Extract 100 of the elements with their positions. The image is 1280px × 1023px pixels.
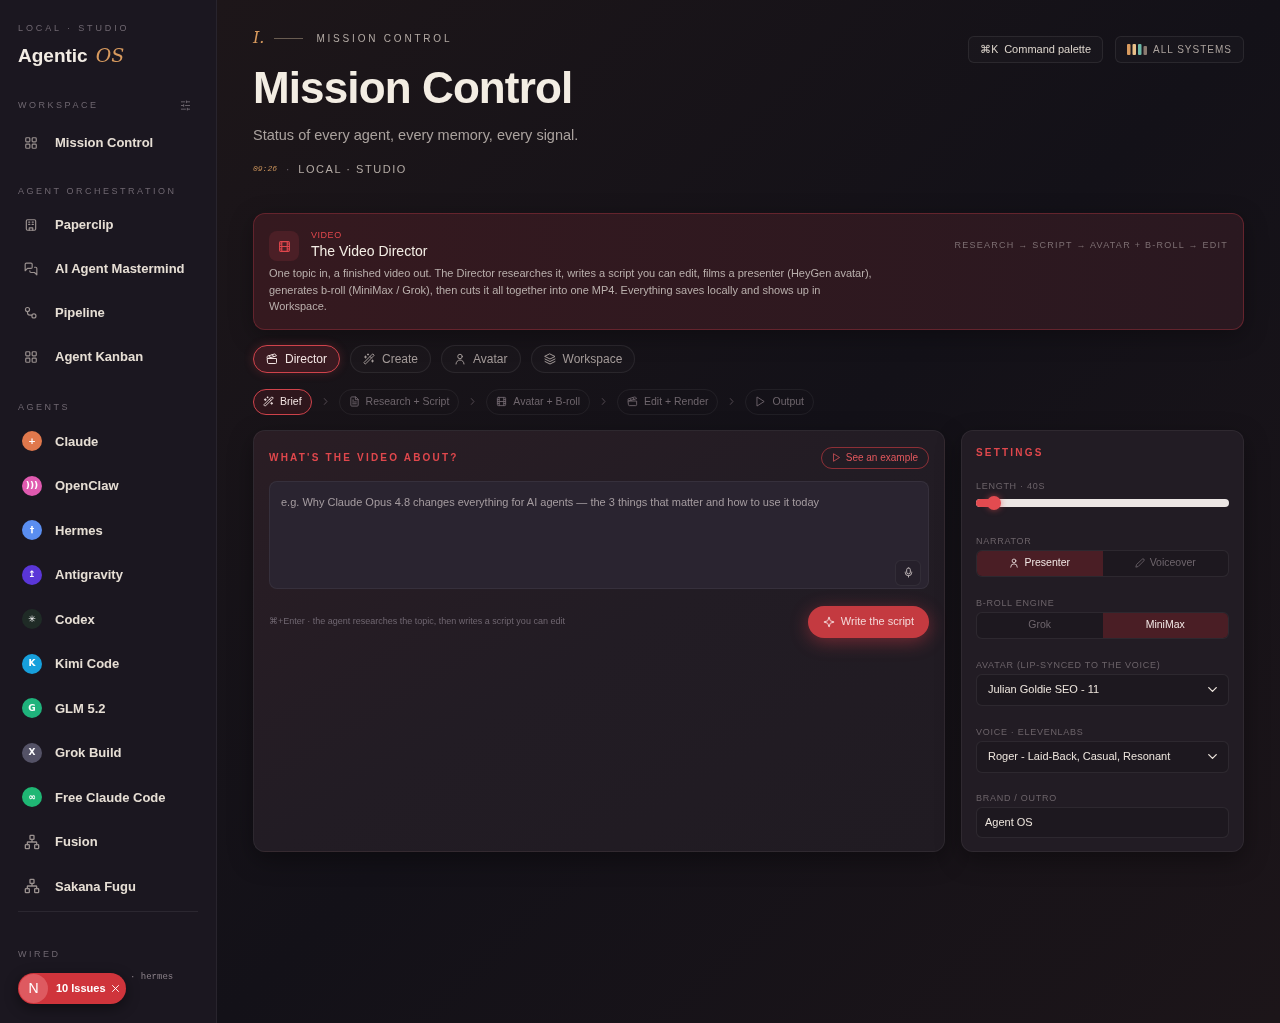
sidebar-item[interactable]: AI Agent Mastermind — [18, 247, 198, 291]
chevron-right-icon — [321, 398, 329, 405]
grid-icon — [24, 136, 38, 150]
card-title: The Video Director — [311, 242, 428, 260]
section-heading: WIRED — [18, 947, 61, 960]
magic-wand-icon — [263, 396, 274, 407]
person-icon — [1009, 558, 1020, 568]
brand-input[interactable]: Agent OS — [976, 806, 1229, 838]
microphone-button[interactable] — [895, 559, 921, 586]
command-palette-button[interactable]: ⌘K Command palette — [968, 36, 1103, 63]
agent-item[interactable]: Sakana Fugu — [18, 864, 198, 909]
agent-item[interactable]: + Claude — [18, 419, 198, 464]
location-label: LOCAL · STUDIO — [298, 161, 407, 177]
play-icon — [831, 453, 841, 462]
field-label: BRAND / OUTRO — [976, 792, 1058, 803]
card-description: One topic in, a finished video out. The Director researches it, writes a script you can edit, films a presenter (HeyGen avatar), generates b-roll (MiniMax / Grok), then cuts it all together into one MP4. Everything saves locally and shows up in Workspace. — [269, 266, 873, 314]
agent-logo: ↥ — [22, 564, 42, 585]
agent-logo: X — [22, 742, 42, 763]
grid-icon — [24, 350, 38, 364]
agent-logo: ))) — [22, 475, 42, 496]
nodes-icon — [24, 306, 38, 320]
segment-option[interactable]: MiniMax — [1102, 612, 1228, 638]
film-icon — [269, 231, 299, 261]
framework-logo: N — [19, 974, 48, 1003]
brand-accent: OS — [95, 43, 125, 67]
field-label: AVATAR (LIP-SYNCED TO THE VOICE) — [976, 659, 1162, 670]
chevron-down-icon — [1208, 752, 1217, 761]
section-numeral: I. — [253, 30, 265, 46]
separator-dot: · — [286, 162, 290, 177]
section-heading: AGENT ORCHESTRATION — [18, 185, 177, 197]
tab[interactable]: Avatar — [441, 344, 521, 373]
clapperboard-icon — [266, 352, 278, 365]
agent-item[interactable]: G GLM 5.2 — [18, 686, 198, 731]
tab[interactable]: Director — [253, 344, 340, 373]
pen-icon — [1134, 558, 1145, 568]
agent-logo: † — [22, 520, 42, 541]
page-eyebrow: MISSION CONTROL — [316, 31, 453, 46]
field-label: NARRATOR — [976, 535, 1033, 546]
film-icon — [496, 396, 508, 407]
hierarchy-icon — [24, 833, 40, 850]
agent-item[interactable]: † Hermes — [18, 508, 198, 553]
eyebrow-label: LOCAL · STUDIO — [18, 22, 131, 34]
layers-icon — [543, 352, 556, 365]
chevron-right-icon — [599, 398, 607, 405]
sparkle-icon — [822, 615, 835, 628]
avatar-select[interactable]: Julian Goldie SEO - 11 — [976, 673, 1229, 706]
field-label: LENGTH · 40S — [976, 480, 1047, 491]
status-button[interactable]: ALL SYSTEMS — [1115, 36, 1244, 63]
write-script-button[interactable]: Write the script — [807, 605, 929, 638]
page-subtitle: Status of every agent, every memory, every signal. — [253, 126, 579, 145]
play-icon — [755, 396, 767, 407]
topic-field[interactable]: e.g. Why Claude Opus 4.8 changes everything for AI agents — the 3 things that matter and how to use it today — [269, 480, 929, 589]
sidebar-item[interactable]: Pipeline — [18, 291, 198, 335]
wired-agents: · hermes — [130, 970, 175, 983]
agent-logo: ∞ — [22, 787, 42, 808]
sidebar-item[interactable]: Agent Kanban — [18, 335, 198, 379]
close-button[interactable] — [110, 983, 121, 994]
length-slider[interactable] — [976, 495, 1229, 510]
agent-logo: K — [22, 653, 42, 674]
section-heading: WORKSPACE — [18, 99, 99, 111]
segment-option[interactable]: Presenter — [977, 550, 1103, 576]
shortcut-key: ⌘K — [980, 41, 999, 58]
agent-logo: ✳ — [22, 609, 42, 630]
tab[interactable]: Workspace — [530, 344, 636, 373]
slider-thumb[interactable] — [986, 495, 1001, 510]
microphone-icon — [902, 567, 914, 578]
category-label: VIDEO — [311, 230, 343, 240]
chevron-right-icon — [469, 398, 477, 405]
hierarchy-icon — [24, 878, 40, 895]
workflow-steps: RESEARCH → SCRIPT → AVATAR + B-ROLL → EDIT — [954, 240, 1228, 250]
brand-name: Agentic — [18, 44, 88, 68]
document-icon — [348, 396, 360, 407]
chevron-right-icon — [728, 398, 736, 405]
agent-logo: G — [22, 698, 42, 719]
sidebar-item[interactable]: Paperclip — [18, 203, 198, 247]
agent-item[interactable]: K Kimi Code — [18, 641, 198, 686]
agent-item[interactable]: X Grok Build — [18, 730, 198, 775]
card-heading: SETTINGS — [976, 446, 1045, 459]
field-label: B-ROLL ENGINE — [976, 597, 1056, 608]
card-heading: WHAT'S THE VIDEO ABOUT? — [269, 451, 459, 465]
issues-button[interactable]: 10 Issues — [56, 980, 106, 997]
sidebar-item[interactable]: Mission Control — [18, 121, 198, 165]
tab[interactable]: Create — [350, 344, 432, 373]
voice-select[interactable]: Roger - Laid-Back, Casual, Resonant — [976, 740, 1229, 773]
field-label: VOICE · ELEVENLABS — [976, 726, 1085, 737]
clock-time: 09:26 — [253, 163, 277, 175]
sliders-icon — [180, 99, 191, 111]
agent-item[interactable]: Fusion — [18, 819, 198, 864]
agent-item[interactable]: ∞ Free Claude Code — [18, 775, 198, 820]
status-bars-icon — [1127, 44, 1147, 55]
step-button[interactable]: Brief — [253, 388, 312, 415]
page-title: Mission Control — [253, 65, 574, 111]
agent-logo: + — [22, 431, 42, 452]
magic-wand-icon — [363, 352, 375, 365]
agent-item[interactable]: ✳ Codex — [18, 597, 198, 642]
agent-item[interactable]: ))) OpenClaw — [18, 463, 198, 508]
agent-item[interactable]: ↥ Antigravity — [18, 552, 198, 597]
clapperboard-icon — [626, 396, 638, 407]
building-icon — [24, 218, 38, 232]
hint-text: ⌘+Enter · the agent researches the topic, then writes a script you can edit — [269, 614, 565, 628]
